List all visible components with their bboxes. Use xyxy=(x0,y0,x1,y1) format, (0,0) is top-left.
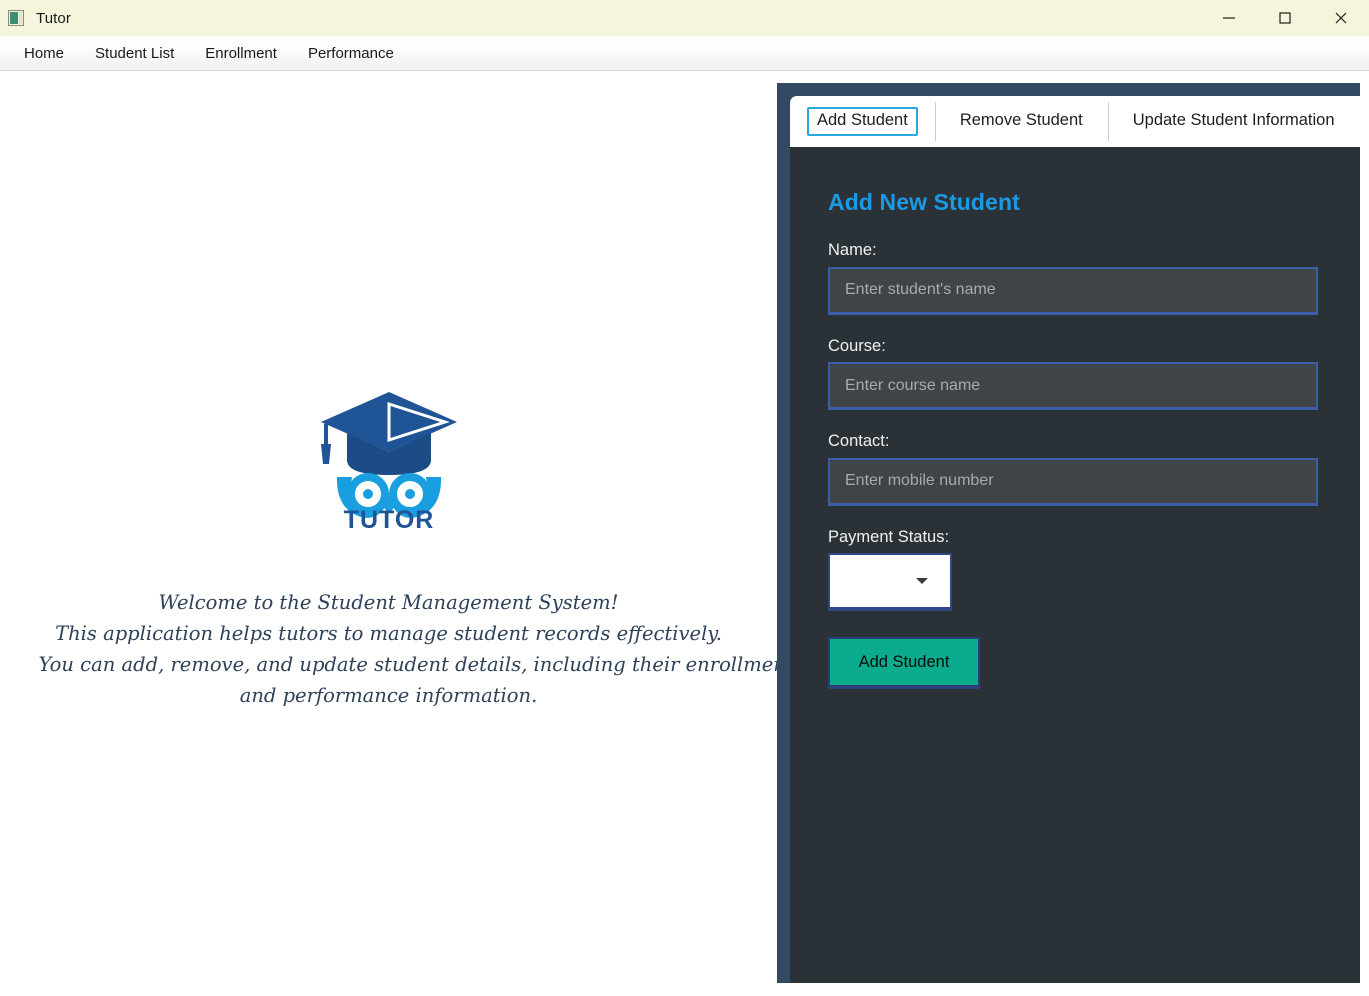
payment-status-select[interactable] xyxy=(828,553,952,611)
welcome-line-4: and performance information. xyxy=(239,684,538,707)
tab-update-student-information-label: Update Student Information xyxy=(1132,111,1335,130)
main-body: TUTOR Welcome to the Student Management … xyxy=(0,71,1369,996)
panel-frame: Add Student Remove Student Update Studen… xyxy=(777,83,1360,983)
contact-input[interactable]: Enter mobile number xyxy=(828,457,1318,506)
application-window: Tutor Home Student List Enrollment Perfo… xyxy=(0,0,1369,996)
payment-status-label: Payment Status: xyxy=(828,527,950,546)
tutor-owl-graduation-logo: TUTOR xyxy=(314,376,464,531)
student-panel-area: Add Student Remove Student Update Studen… xyxy=(777,71,1369,996)
course-field-label: Course: xyxy=(828,336,886,355)
tab-add-student-label: Add Student xyxy=(807,107,918,136)
add-student-form: Add New Student Name: Enter student's na… xyxy=(790,147,1360,983)
tab-update-student-information[interactable]: Update Student Information xyxy=(1107,96,1360,147)
add-student-button[interactable]: Add Student xyxy=(828,637,980,689)
name-field-label: Name: xyxy=(828,241,877,259)
menu-item-student-list[interactable]: Student List xyxy=(84,42,185,65)
tab-remove-student[interactable]: Remove Student xyxy=(934,96,1108,147)
window-title: Tutor xyxy=(36,9,71,27)
menu-item-enrollment[interactable]: Enrollment xyxy=(194,42,288,65)
form-title: Add New Student xyxy=(828,189,1020,215)
close-icon[interactable] xyxy=(1313,0,1369,36)
maximize-icon[interactable] xyxy=(1257,0,1313,36)
title-bar: Tutor xyxy=(0,0,1369,36)
menu-item-performance[interactable]: Performance xyxy=(297,42,405,65)
svg-text:TUTOR: TUTOR xyxy=(343,506,434,531)
menu-item-home[interactable]: Home xyxy=(13,42,75,65)
contact-field-label: Contact: xyxy=(828,432,890,450)
app-icon xyxy=(8,10,24,26)
welcome-line-3: You can add, remove, and update student … xyxy=(38,653,794,676)
welcome-text: Welcome to the Student Management System… xyxy=(38,587,794,711)
contact-input-placeholder: Enter mobile number xyxy=(845,472,994,489)
welcome-line-1: Welcome to the Student Management System… xyxy=(158,591,619,614)
course-input-placeholder: Enter course name xyxy=(845,376,981,394)
name-input[interactable]: Enter student's name xyxy=(828,266,1318,315)
welcome-line-2: This application helps tutors to manage … xyxy=(55,622,722,645)
tab-remove-student-label: Remove Student xyxy=(959,111,1083,130)
name-input-placeholder: Enter student's name xyxy=(845,281,996,298)
course-input[interactable]: Enter course name xyxy=(828,362,1318,410)
chevron-down-icon xyxy=(916,578,928,584)
tab-strip: Add Student Remove Student Update Studen… xyxy=(790,96,1360,147)
tab-add-student[interactable]: Add Student xyxy=(790,96,935,147)
home-pane: TUTOR Welcome to the Student Management … xyxy=(0,71,794,996)
menu-bar: Home Student List Enrollment Performance xyxy=(0,36,1369,71)
minimize-icon[interactable] xyxy=(1201,0,1257,36)
window-controls xyxy=(1201,0,1369,36)
